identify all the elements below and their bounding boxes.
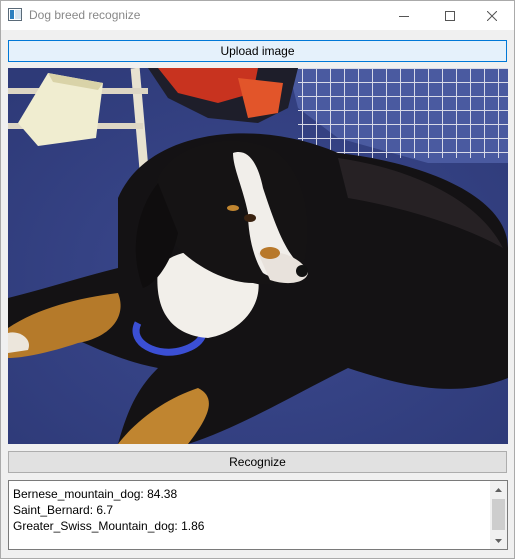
results-textbox[interactable]: Bernese_mountain_dog: 84.38 Saint_Bernar… <box>8 480 508 550</box>
app-icon <box>8 8 22 21</box>
maximize-button[interactable] <box>427 1 473 30</box>
result-line: Bernese_mountain_dog: 84.38 <box>13 487 178 501</box>
scroll-up-button[interactable] <box>490 481 507 498</box>
minimize-icon <box>399 15 409 17</box>
title-bar[interactable]: Dog breed recognize <box>1 1 514 30</box>
chevron-up-icon <box>495 487 502 492</box>
dog-photo-illustration <box>8 68 508 444</box>
result-line: Greater_Swiss_Mountain_dog: 1.86 <box>13 519 205 533</box>
app-window: Dog breed recognize Upload image Recogni… <box>0 0 515 559</box>
chevron-down-icon <box>495 538 502 543</box>
recognize-button[interactable]: Recognize <box>8 451 507 473</box>
maximize-icon <box>445 10 455 21</box>
close-button[interactable] <box>469 1 515 30</box>
scroll-down-button[interactable] <box>490 532 507 549</box>
upload-image-button[interactable]: Upload image <box>8 40 507 62</box>
results-list: Bernese_mountain_dog: 84.38 Saint_Bernar… <box>13 486 204 534</box>
minimize-button[interactable] <box>381 1 427 30</box>
vertical-scrollbar[interactable] <box>490 481 507 549</box>
close-icon <box>487 10 497 21</box>
dog-photo <box>8 68 508 444</box>
scroll-thumb[interactable] <box>492 499 505 530</box>
window-title: Dog breed recognize <box>29 8 141 22</box>
result-line: Saint_Bernard: 6.7 <box>13 503 114 517</box>
